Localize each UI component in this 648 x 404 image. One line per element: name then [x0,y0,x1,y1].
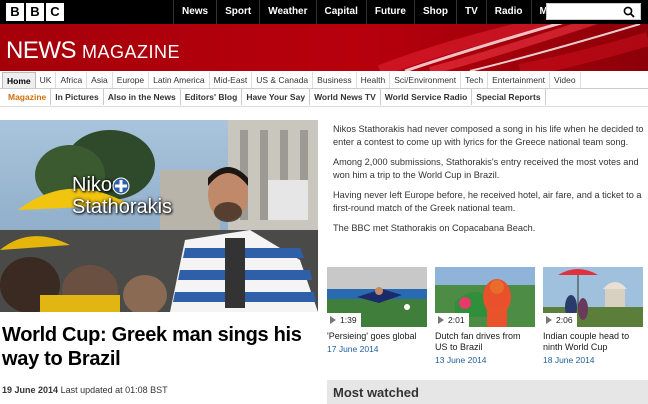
global-nav-radio[interactable]: Radio [485,0,531,24]
sub-nav-magazine[interactable]: Magazine [4,89,52,105]
section-nav-africa[interactable]: Africa [56,72,88,88]
logo-letter: C [46,3,64,21]
logo-letter: B [6,3,24,21]
article-paragraph: The BBC met Stathorakis on Copacabana Be… [333,223,536,233]
related-video-date: 13 June 2014 [435,355,487,365]
sub-nav-world-service-radio[interactable]: World Service Radio [381,89,473,105]
search-input[interactable] [546,3,641,20]
section-nav-mid-east[interactable]: Mid-East [210,72,253,88]
section-nav-uk[interactable]: UK [36,72,57,88]
section-nav: Home UK Africa Asia Europe Latin America… [0,71,648,89]
related-video[interactable]: 2:06 Indian couple head to ninth World C… [543,267,643,365]
article-dateline: 19 June 2014 Last updated at 01:08 BST [2,385,168,395]
article-body: Nikos Stathorakis had never composed a s… [333,123,645,243]
article-paragraph: Nikos Stathorakis had never composed a s… [333,124,644,147]
section-nav-entertainment[interactable]: Entertainment [488,72,551,88]
section-nav-video[interactable]: Video [550,72,581,88]
video-caption-line: Stathorakis [72,196,173,218]
play-icon [546,316,552,324]
article-paragraph: Among 2,000 submissions, Stathorakis's e… [333,157,639,180]
logo-letter: B [26,3,44,21]
sub-nav: Magazine In Pictures Also in the News Ed… [0,89,648,107]
site-title-news: NEWS [6,37,77,64]
article-paragraph: Having never left Europe before, he rece… [333,190,642,213]
section-nav-business[interactable]: Business [313,72,357,88]
related-video-thumbnail[interactable]: 2:06 [543,267,643,327]
sub-nav-have-your-say[interactable]: Have Your Say [242,89,311,105]
global-nav-sport[interactable]: Sport [216,0,259,24]
related-videos: 1:39 'Persieing' goes global 17 June 201… [327,267,645,365]
global-nav-news[interactable]: News [173,0,216,24]
video-duration: 2:06 [543,313,577,327]
global-nav: News Sport Weather Capital Future Shop T… [173,0,581,24]
section-nav-europe[interactable]: Europe [113,72,150,88]
related-video-title[interactable]: Indian couple head to ninth World Cup [543,331,643,353]
section-nav-sci-environment[interactable]: Sci/Environment [390,72,462,88]
most-watched-heading: Most watched [333,385,419,400]
sub-nav-editors-blog[interactable]: Editors' Blog [181,89,243,105]
global-nav-tv[interactable]: TV [455,0,486,24]
related-video-thumbnail[interactable]: 2:01 [435,267,535,327]
article-date: 19 June 2014 [2,385,59,395]
related-video[interactable]: 2:01 Dutch fan drives from US to Brazil … [435,267,535,365]
greek-flag-icon [112,177,130,195]
article-updated: Last updated at 01:08 BST [60,385,168,395]
sub-nav-special-reports[interactable]: Special Reports [472,89,546,105]
main-video-player[interactable]: Nikos Stathorakis [0,120,318,312]
site-title-magazine: MAGAZINE [82,42,181,62]
related-video-date: 18 June 2014 [543,355,595,365]
bbc-logo[interactable]: B B C [6,3,64,21]
related-video[interactable]: 1:39 'Persieing' goes global 17 June 201… [327,267,427,365]
top-bar: B B C News Sport Weather Capital Future … [0,0,648,24]
section-nav-health[interactable]: Health [357,72,391,88]
section-nav-latin-america[interactable]: Latin America [149,72,210,88]
related-video-thumbnail[interactable]: 1:39 [327,267,427,327]
related-video-title[interactable]: Dutch fan drives from US to Brazil [435,331,535,353]
search-icon[interactable] [623,6,635,18]
section-nav-tech[interactable]: Tech [461,72,489,88]
section-nav-asia[interactable]: Asia [87,72,113,88]
global-nav-weather[interactable]: Weather [259,0,315,24]
global-nav-future[interactable]: Future [365,0,414,24]
video-duration-text: 2:06 [556,315,573,325]
video-duration-text: 1:39 [340,315,357,325]
related-video-title[interactable]: 'Persieing' goes global [327,331,427,342]
site-title[interactable]: NEWS MAGAZINE [6,37,180,65]
global-nav-shop[interactable]: Shop [413,0,456,24]
sub-nav-world-news-tv[interactable]: World News TV [310,89,381,105]
play-icon [330,316,336,324]
section-nav-home[interactable]: Home [2,72,36,88]
article-headline: World Cup: Greek man sings his way to Br… [2,324,302,370]
related-video-date: 17 June 2014 [327,344,379,354]
video-duration: 2:01 [435,313,469,327]
masthead: NEWS MAGAZINE [0,24,648,71]
global-nav-capital[interactable]: Capital [315,0,366,24]
sub-nav-in-pictures[interactable]: In Pictures [51,89,104,105]
play-icon [438,316,444,324]
section-nav-us-canada[interactable]: US & Canada [252,72,314,88]
video-duration-text: 2:01 [448,315,465,325]
most-watched-panel: Most watched [327,380,648,404]
video-duration: 1:39 [327,313,361,327]
sub-nav-also-in-the-news[interactable]: Also in the News [104,89,181,105]
